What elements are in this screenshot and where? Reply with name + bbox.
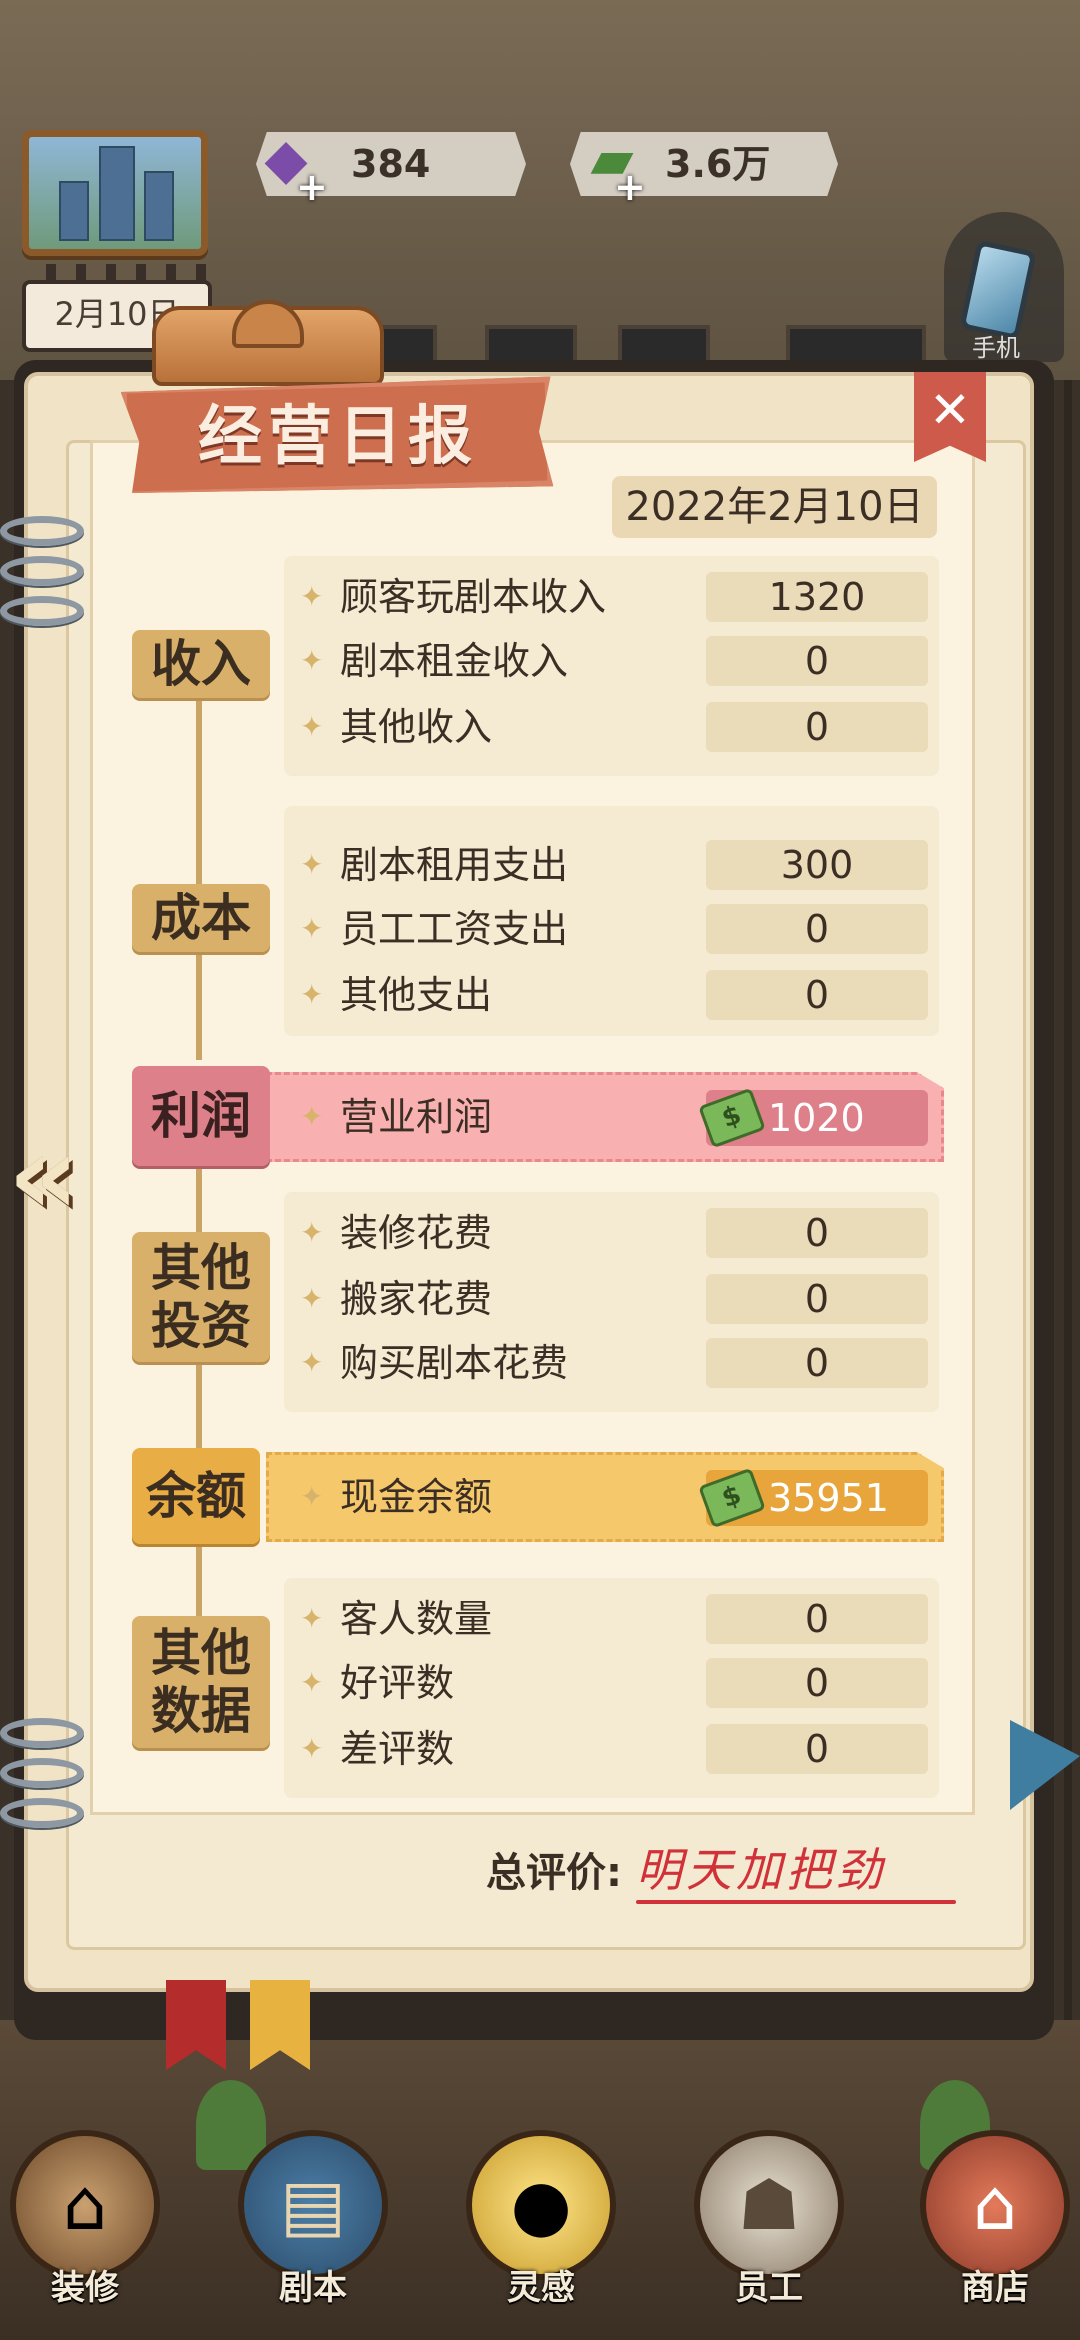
binder-ring [0,596,84,626]
other-data-row-label: ✦ 好评数 [300,1658,454,1708]
binder-ring [0,1798,84,1828]
binder-ring [0,556,84,586]
cost-row-label: ✦ 员工工资支出 [300,904,568,954]
add-gems-button[interactable]: + [296,165,328,209]
binder-ring [0,516,84,546]
star-icon: ✦ [300,1282,324,1315]
income-row-value: 0 [706,702,928,752]
binder-ring [0,1718,84,1748]
cash-count: 3.6万 [665,142,771,186]
investment-row-value: 0 [706,1274,928,1324]
gem-count: 384 [351,142,431,186]
cost-row-value: 0 [706,970,928,1020]
star-icon: ✦ [300,710,324,743]
lightbulb-icon: ● [466,2130,616,2280]
add-cash-button[interactable]: + [614,165,646,209]
nav-label: 装修 [51,2268,119,2308]
nav-label: 员工 [735,2268,803,2308]
nav-inspiration[interactable]: ● 灵感 [456,2130,626,2330]
nav-scripts[interactable]: ▤ 剧本 [228,2130,398,2330]
building-icon [99,146,135,241]
star-icon: ✦ [300,978,324,1011]
report-date: 2022年2月10日 [612,476,937,538]
investment-row-label: ✦ 搬家花费 [300,1274,492,1324]
star-icon: ✦ [300,1100,324,1133]
investment-row-value: 0 [706,1338,928,1388]
income-row-value: 0 [706,636,928,686]
star-icon: ✦ [300,1480,324,1513]
nav-shop[interactable]: ⌂ 商店 [910,2130,1080,2330]
star-icon: ✦ [300,1602,324,1635]
rating-underline [636,1900,956,1904]
other-data-row-value: 0 [706,1724,928,1774]
income-row-value: 1320 [706,572,928,622]
star-icon: ✦ [300,912,324,945]
building-icon [59,181,89,241]
other-data-label: 其他 数据 [132,1616,270,1748]
binder-ring [0,1758,84,1788]
close-icon[interactable]: ✕ [914,378,986,442]
other-data-row-label: ✦ 差评数 [300,1724,454,1774]
income-row-label: ✦ 顾客玩剧本收入 [300,572,606,622]
section-spine [196,700,202,1060]
overall-rating-value: 明天加把劲 [636,1843,886,1897]
income-row-label: ✦ 剧本租金收入 [300,636,568,686]
cost-label: 成本 [132,884,270,952]
profit-row-label: ✦ 营业利润 [300,1072,492,1162]
star-icon: ✦ [300,1346,324,1379]
other-data-row-value: 0 [706,1594,928,1644]
income-label: 收入 [132,630,270,698]
cost-row-value: 0 [706,904,928,954]
investment-row-value: 0 [706,1208,928,1258]
nav-label: 商店 [961,2268,1029,2308]
cost-row-label: ✦ 其他支出 [300,970,492,1020]
cost-row-label: ✦ 剧本租用支出 [300,840,568,890]
cost-row-value: 300 [706,840,928,890]
star-icon: ✦ [300,1666,324,1699]
report-title: 经营日报 [198,400,478,474]
other-data-row-value: 0 [706,1658,928,1708]
script-book-icon: ▤ [238,2130,388,2280]
investment-label: 其他 投资 [132,1232,270,1362]
other-data-row-label: ✦ 客人数量 [300,1594,492,1644]
star-icon: ✦ [300,848,324,881]
balance-row-label: ✦ 现金余额 [300,1452,492,1542]
investment-row-label: ✦ 购买剧本花费 [300,1338,568,1388]
balance-label: 余额 [132,1448,260,1544]
building-icon [144,171,174,241]
income-row-label: ✦ 其他收入 [300,702,492,752]
nav-label: 灵感 [507,2268,575,2308]
nav-decorate[interactable]: ⌂ 装修 [0,2130,170,2330]
profit-label: 利润 [132,1066,270,1166]
nav-label: 剧本 [279,2268,347,2308]
star-icon: ✦ [300,1732,324,1765]
investment-row-label: ✦ 装修花费 [300,1208,492,1258]
staff-badge-icon: ☗ [694,2130,844,2280]
star-icon: ✦ [300,1216,324,1249]
shop-icon: ⌂ [920,2130,1070,2280]
star-icon: ✦ [300,644,324,677]
overall-rating-label: 总评价: [486,1850,622,1896]
star-icon: ✦ [300,580,324,613]
nav-staff[interactable]: ☗ 员工 [684,2130,854,2330]
previous-page-arrow-icon[interactable]: « [8,1120,118,1230]
store-building-button[interactable] [22,130,208,256]
phone-label: 手机 [972,334,1020,362]
house-icon: ⌂ [10,2130,160,2280]
